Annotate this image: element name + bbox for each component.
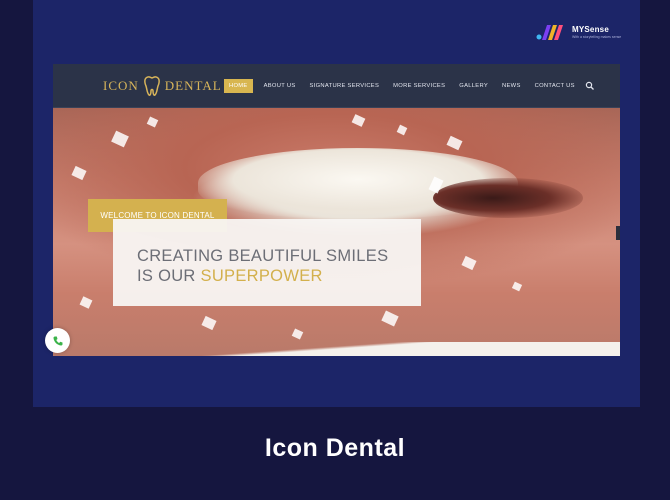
menu-item-signature-services[interactable]: SIGNATURE SERVICES: [303, 78, 387, 94]
headline-box: CREATING BEAUTIFUL SMILES IS OUR SUPERPO…: [113, 219, 421, 306]
headline-highlight: SUPERPOWER: [200, 267, 323, 285]
menu-item-about-us[interactable]: ABOUT US: [257, 78, 303, 94]
menu-item-news[interactable]: NEWS: [495, 78, 528, 94]
sugar-crystal: [146, 116, 159, 128]
brand-name: MYSense: [572, 25, 609, 34]
sugar-crystal: [396, 124, 408, 136]
menu-item-more-services[interactable]: MORE SERVICES: [386, 78, 452, 94]
sugar-crystal: [461, 255, 477, 271]
sugar-crystal: [291, 328, 304, 340]
hero-banner: WELCOME TO ICON DENTAL CREATING BEAUTIFU…: [53, 108, 620, 356]
hero-headline: CREATING BEAUTIFUL SMILES IS OUR SUPERPO…: [137, 246, 421, 286]
headline-line-2-prefix: IS OUR: [137, 267, 201, 285]
menu-item-home[interactable]: HOME: [224, 79, 253, 93]
search-icon[interactable]: [585, 81, 595, 91]
menu-item-gallery[interactable]: GALLERY: [452, 78, 495, 94]
sugar-crystal: [111, 130, 129, 148]
scroll-tab[interactable]: [616, 226, 620, 240]
menu-item-contact-us[interactable]: CONTACT US: [528, 78, 582, 94]
brand-tagline: With a storytelling makes sense: [572, 35, 622, 39]
mysense-logo-icon: [536, 22, 566, 42]
sugar-crystal: [201, 315, 217, 331]
site-navbar: ICON DENTAL HOME ABOUT US SIGNATURE SERV…: [53, 64, 620, 108]
hero-mouth-shadow: [433, 178, 583, 218]
sugar-crystal: [71, 165, 87, 181]
sugar-crystal: [446, 135, 463, 151]
sugar-crystal: [511, 281, 523, 292]
mysense-brand: MYSense With a storytelling makes sense: [536, 21, 636, 43]
logo-text-dental-word: DENTAL: [164, 78, 222, 93]
sugar-crystal: [79, 296, 93, 309]
phone-icon[interactable]: [45, 328, 70, 353]
sugar-crystal: [351, 114, 366, 127]
sugar-crystal: [381, 310, 399, 327]
headline-line-1: CREATING BEAUTIFUL SMILES: [137, 247, 389, 265]
site-logo[interactable]: ICON DENTAL: [103, 74, 222, 98]
website-screenshot: ICON DENTAL HOME ABOUT US SIGNATURE SERV…: [53, 64, 620, 356]
tooth-icon: [142, 75, 162, 97]
main-menu: HOME ABOUT US SIGNATURE SERVICES MORE SE…: [224, 78, 595, 94]
showcase-caption: Icon Dental: [264, 434, 406, 462]
hero-bottom-edge: [53, 342, 620, 356]
logo-text-icon-word: ICON: [103, 78, 139, 93]
